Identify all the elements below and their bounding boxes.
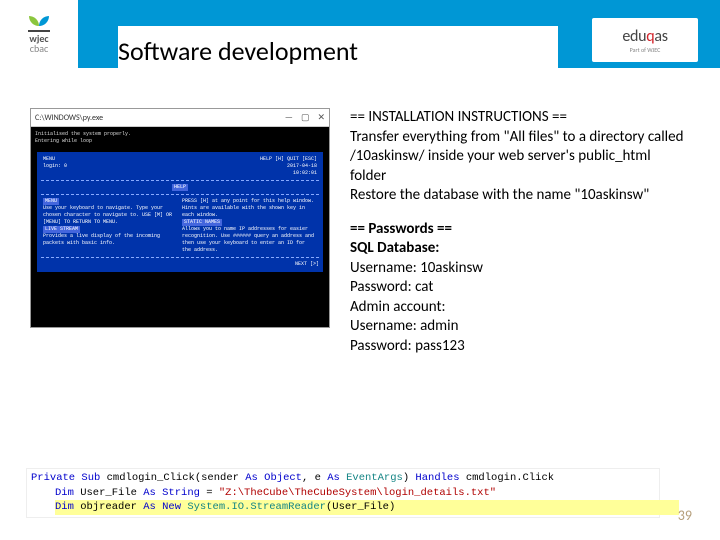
eduqas-logo: eduqas Part of WJEC: [592, 18, 698, 62]
pw-header: == Passwords ==: [350, 220, 452, 238]
bb-col1-title2: LIVE STREAM: [43, 226, 80, 233]
terminal-titlebar: C:\WINDOWS\py.exe — ▢ ✕: [31, 109, 329, 127]
bb-login: login: 0: [43, 163, 178, 170]
code-line-1: Private Sub cmdlogin_Click(sender As Obj…: [31, 471, 655, 486]
eduqas-logo-text: eduqas: [622, 27, 667, 46]
code-line-3: Dim objreader As New System.IO.StreamRea…: [55, 500, 679, 515]
install-body: Transfer everything from "All files" to …: [350, 128, 683, 185]
close-icon: ✕: [317, 112, 325, 123]
wjec-logo: wjec cbac: [0, 0, 78, 68]
terminal-body: Initialised the system properly. Enterin…: [31, 127, 329, 148]
bb-col1-body2: Provides a live display of the incoming …: [43, 233, 178, 247]
installation-notes: == INSTALLATION INSTRUCTIONS == Transfer…: [350, 108, 690, 370]
wjec-logo-text-2: cbac: [30, 44, 49, 54]
bb-topright-2: 2017-04-18: [182, 163, 317, 170]
admin-password: Password: pass123: [350, 337, 465, 355]
bb-col2-body: PRESS [H] at any point for this help win…: [182, 198, 317, 219]
code-snippet: Private Sub cmdlogin_Click(sender As Obj…: [26, 468, 660, 518]
install-restore: Restore the database with the name "10as…: [350, 186, 649, 204]
bb-topright-1: HELP [H] QUIT [ESC]: [182, 156, 317, 163]
sql-username: Username: 10askinsw: [350, 259, 483, 277]
admin-label: Admin account:: [350, 298, 446, 316]
slide-content: C:\WINDOWS\py.exe — ▢ ✕ Initialised the …: [0, 68, 720, 380]
sql-password: Password: cat: [350, 278, 433, 296]
bb-col1-title: MENU: [43, 198, 59, 205]
code-line-2: Dim User_File As String = "Z:\TheCube\Th…: [55, 486, 655, 501]
bb-col2-title: STATIC NAMES: [182, 219, 222, 226]
terminal-screenshot: C:\WINDOWS\py.exe — ▢ ✕ Initialised the …: [30, 108, 330, 328]
bb-topright-3: 10:02:01: [182, 170, 317, 177]
terminal-title-text: C:\WINDOWS\py.exe: [35, 113, 103, 123]
admin-username: Username: admin: [350, 317, 458, 335]
slide-header: wjec cbac Software development eduqas Pa…: [0, 0, 720, 68]
bb-help-header: HELP: [172, 184, 188, 191]
minimize-icon: —: [285, 112, 293, 123]
terminal-bluebox: MENU login: 0 HELP [H] QUIT [ESC] 2017-0…: [37, 152, 323, 272]
bb-col1-body: Use your keyboard to navigate. Type your…: [43, 205, 178, 226]
slide-title: Software development: [118, 26, 558, 76]
book-icon: [28, 28, 50, 32]
bb-col2-body2: Allows you to name IP addresses for easi…: [182, 226, 317, 254]
install-header: == INSTALLATION INSTRUCTIONS ==: [350, 108, 567, 126]
term-line: Entering while loop: [35, 138, 325, 145]
eduqas-logo-sub: Part of WJEC: [630, 46, 661, 54]
page-number: 39: [678, 507, 692, 524]
bb-next: NEXT [>]: [41, 261, 319, 268]
maximize-icon: ▢: [301, 112, 310, 123]
leaf-icon: [29, 14, 49, 26]
sql-label: SQL Database:: [350, 239, 439, 257]
bb-menu: MENU: [43, 156, 178, 163]
window-controls: — ▢ ✕: [285, 112, 325, 123]
